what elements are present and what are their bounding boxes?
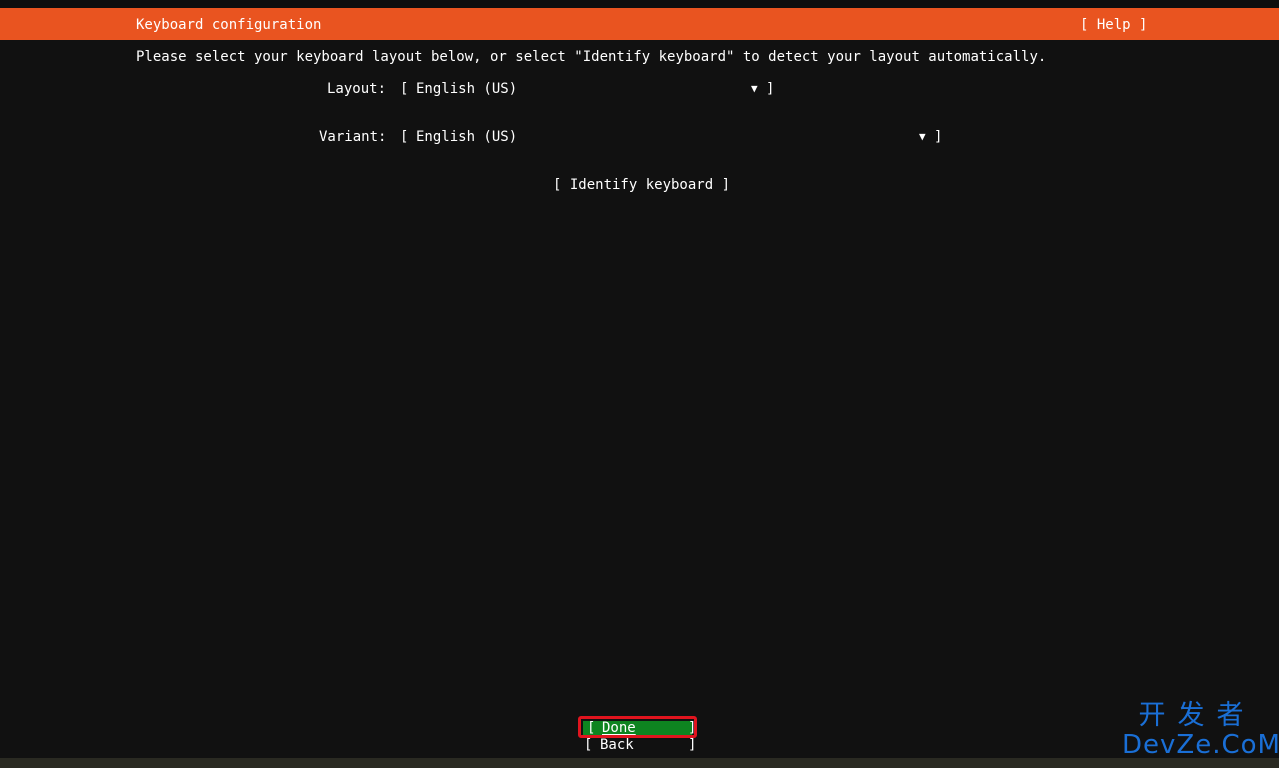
layout-close-bracket: ] [766, 81, 775, 97]
done-button-focus-outline: [ Done ] [578, 716, 697, 738]
variant-dropdown-arrow-icon: ▼ [919, 130, 926, 143]
header-bar: Keyboard configuration [ Help ] [0, 8, 1279, 40]
done-open-bracket: [ [587, 720, 596, 736]
identify-keyboard-button[interactable]: [ Identify keyboard ] [553, 176, 730, 194]
layout-select[interactable]: [ English (US) ▼ ] [400, 80, 780, 98]
variant-label: Variant: [319, 129, 387, 145]
back-label: Back [600, 737, 634, 753]
window-top-strip [0, 0, 1279, 8]
watermark-line1: 开发者 [1138, 700, 1256, 731]
layout-dropdown-arrow-icon: ▼ [751, 82, 758, 95]
variant-select[interactable]: [ English (US) ▼ ] [400, 128, 948, 146]
back-button[interactable]: [ Back ] [584, 736, 696, 754]
variant-open-bracket: [ [400, 129, 409, 145]
done-close-bracket: ] [688, 720, 697, 736]
page-title: Keyboard configuration [136, 17, 322, 33]
back-close-bracket: ] [688, 737, 697, 753]
window-bottom-strip [0, 758, 1279, 768]
watermark-logo: 开发者 DevZe.CoM [1122, 700, 1279, 760]
layout-value: English (US) [416, 81, 518, 97]
variant-close-bracket: ] [934, 129, 943, 145]
back-open-bracket: [ [584, 737, 593, 753]
layout-label: Layout: [327, 81, 387, 97]
layout-open-bracket: [ [400, 81, 409, 97]
watermark-line2: DevZe.CoM [1122, 730, 1279, 760]
variant-value: English (US) [416, 129, 518, 145]
done-label: Done [602, 720, 636, 736]
done-button[interactable]: [ Done ] [583, 720, 696, 736]
instructions-text: Please select your keyboard layout below… [136, 49, 1047, 65]
help-button[interactable]: [ Help ] [1080, 16, 1147, 34]
